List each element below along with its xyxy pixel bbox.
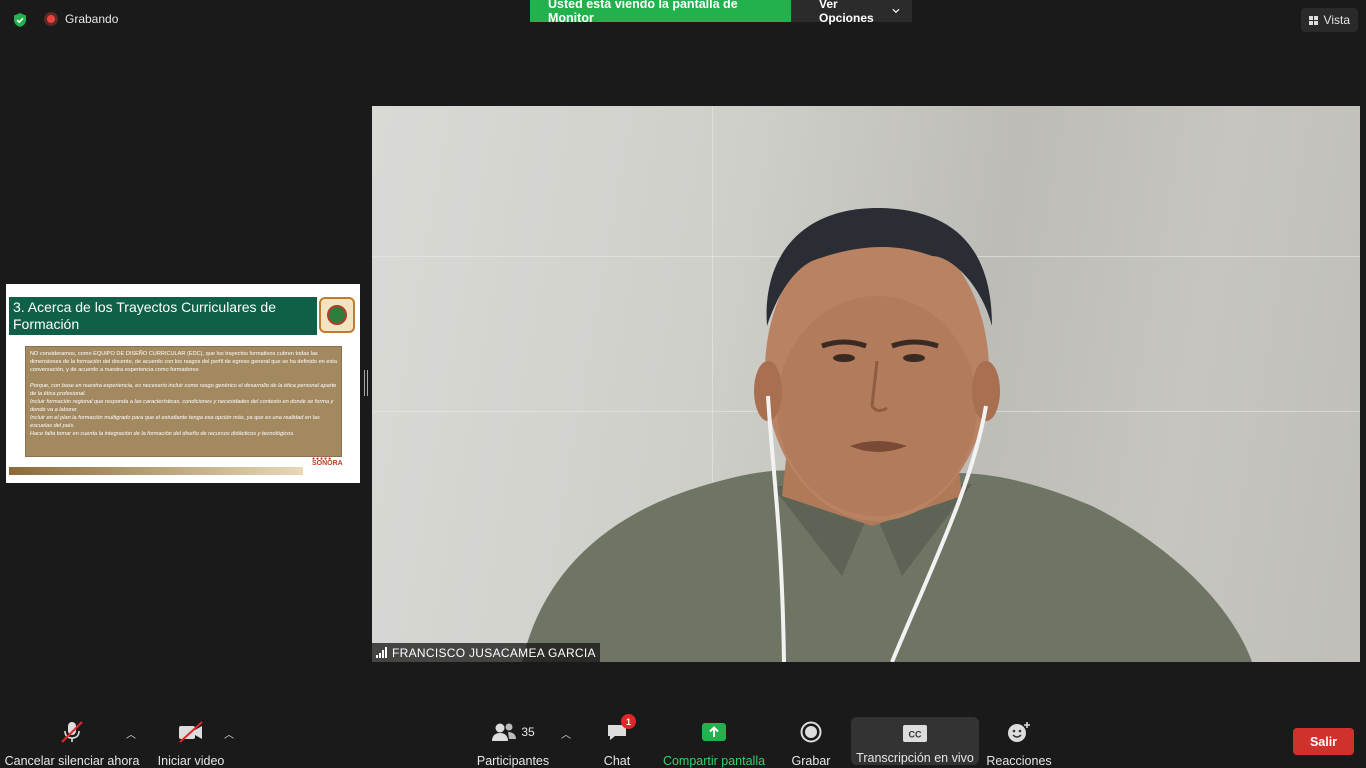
view-options-label: Ver Opciones (819, 0, 874, 25)
cc-text: CC (909, 729, 922, 739)
slide-paragraph: Hace falta tomar en cuenta la integració… (30, 431, 295, 437)
share-screen-label: Compartir pantalla (662, 754, 766, 768)
video-options-caret-icon[interactable]: ︿ (224, 726, 234, 741)
grid-view-icon (1308, 15, 1318, 25)
chat-label: Chat (603, 754, 631, 768)
chat-unread-badge: 1 (621, 714, 636, 729)
slide-paragraph: Porque, con base en nuestra experiencia,… (30, 383, 337, 397)
audio-options-caret-icon[interactable]: ︿ (126, 726, 136, 741)
reactions-label: Reacciones (986, 754, 1052, 768)
record-icon (800, 720, 822, 744)
participants-button[interactable]: 35 Participantes (476, 712, 550, 768)
recording-indicator[interactable]: Grabando (44, 12, 118, 26)
school-crest-logo (319, 297, 355, 333)
reactions-button[interactable]: Reacciones (986, 712, 1052, 768)
viewing-screen-text: Usted está viendo la pantalla de Monitor (530, 0, 791, 25)
chat-icon: 1 (606, 714, 636, 744)
view-button[interactable]: Vista (1300, 8, 1358, 32)
participants-label: Participantes (476, 754, 550, 768)
meeting-toolbar: Cancelar silenciar ahora ︿ Iniciar video… (0, 712, 1366, 768)
slide-paragraph: Incluir en el plan la formación multigra… (30, 415, 320, 429)
slide-title: 3. Acerca de los Trayectos Curriculares … (9, 297, 317, 335)
start-video-label: Iniciar video (157, 754, 225, 768)
slide-paragraph: Incluir formación regional que responda … (30, 399, 334, 413)
shared-screen-thumbnail[interactable]: 3. Acerca de los Trayectos Curriculares … (6, 284, 360, 483)
slide-paragraph: NO consideramos, como EQUIPO DE DISEÑO C… (30, 351, 337, 373)
zoom-meeting-window: Grabando Usted está viendo la pantalla d… (0, 0, 1366, 768)
split-resize-handle[interactable] (364, 370, 368, 396)
video-off-icon (177, 720, 205, 744)
share-screen-icon (702, 720, 726, 744)
share-banner: Usted está viendo la pantalla de Monitor… (530, 0, 912, 25)
record-button[interactable]: Grabar (790, 712, 832, 768)
leave-meeting-button[interactable]: Salir (1293, 728, 1354, 755)
view-options-button[interactable]: Ver Opciones (791, 0, 912, 25)
recording-label: Grabando (65, 12, 119, 26)
closed-caption-icon: CC (903, 722, 927, 744)
muted-microphone-icon (59, 720, 85, 744)
participants-icon-group: 35 (491, 720, 535, 744)
live-transcription-button[interactable]: CC Transcripción en vivo (851, 717, 979, 765)
chat-button[interactable]: 1 Chat (600, 712, 636, 768)
view-label: Vista (1323, 13, 1350, 27)
unmute-label: Cancelar silenciar ahora (4, 754, 140, 768)
record-label: Grabar (791, 754, 831, 768)
participant-name-tag: FRANCISCO JUSACAMEA GARCIA (372, 643, 600, 662)
signal-strength-icon (376, 647, 387, 658)
unmute-button[interactable]: Cancelar silenciar ahora (5, 712, 139, 768)
participant-figure (522, 207, 1252, 662)
active-speaker-video[interactable] (372, 106, 1360, 662)
participants-caret-icon[interactable]: ︿ (561, 726, 571, 741)
share-screen-button[interactable]: Compartir pantalla (662, 712, 766, 768)
sonora-logo: SONORA (312, 460, 343, 467)
security-shield-icon[interactable] (12, 12, 28, 28)
participants-icon (492, 723, 517, 741)
slide-text-box: NO consideramos, como EQUIPO DE DISEÑO C… (25, 346, 342, 457)
reactions-smiley-icon (1007, 720, 1031, 744)
participants-count: 35 (521, 725, 535, 739)
start-video-button[interactable]: Iniciar video (158, 712, 224, 768)
record-dot-icon (44, 12, 58, 26)
live-transcription-label: Transcripción en vivo (856, 751, 974, 765)
chevron-down-icon (892, 8, 900, 14)
participant-name: FRANCISCO JUSACAMEA GARCIA (392, 645, 596, 660)
slide-footer-bar (9, 467, 303, 475)
